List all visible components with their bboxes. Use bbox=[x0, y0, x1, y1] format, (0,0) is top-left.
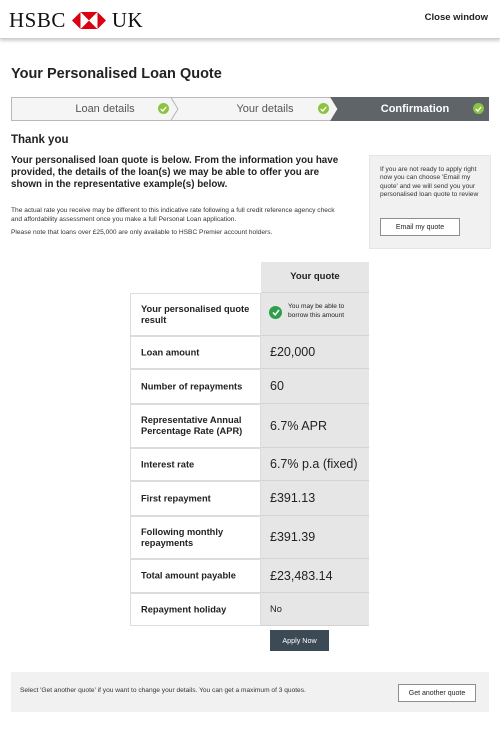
step-label: Your details bbox=[236, 103, 294, 115]
row-label: Your personalised quote result bbox=[141, 303, 250, 325]
check-icon bbox=[158, 103, 169, 114]
row-value-cell: 6.7% APR bbox=[261, 404, 369, 448]
step-loan-details: Loan details bbox=[51, 97, 169, 121]
table-row: Number of repayments 60 bbox=[130, 369, 369, 404]
row-value: 6.7% p.a (fixed) bbox=[270, 457, 358, 471]
row-label: First repayment bbox=[141, 493, 211, 503]
step-confirmation: Confirmation bbox=[356, 97, 484, 121]
quote-header-label: Your quote bbox=[290, 271, 340, 282]
row-label: Loan amount bbox=[141, 347, 200, 357]
logo-text-uk: UK bbox=[111, 8, 144, 32]
check-circle-icon bbox=[269, 306, 282, 319]
another-quote-panel: Select 'Get another quote' if you want t… bbox=[11, 672, 489, 712]
step-label: Loan details bbox=[75, 103, 135, 115]
row-label: Interest rate bbox=[141, 459, 195, 469]
premier-note: Please note that loans over £25,000 are … bbox=[11, 229, 273, 236]
row-value-cell: 60 bbox=[261, 369, 369, 404]
quote-column-header: Your quote bbox=[261, 262, 369, 293]
close-window-link[interactable]: Close window bbox=[425, 12, 488, 23]
row-value-cell: £391.13 bbox=[261, 481, 369, 516]
table-row: Interest rate 6.7% p.a (fixed) bbox=[130, 448, 369, 481]
apply-now-button[interactable]: Apply Now bbox=[270, 630, 329, 651]
row-label-cell: Loan amount bbox=[130, 336, 261, 369]
row-label: Total amount payable bbox=[141, 570, 236, 581]
result-message: You may be able to borrow this amount bbox=[288, 303, 345, 319]
check-icon bbox=[318, 103, 329, 114]
table-row-result: Your personalised quote result You may b… bbox=[130, 293, 369, 336]
row-value: £23,483.14 bbox=[270, 568, 333, 583]
table-row: Following monthly repayments £391.39 bbox=[130, 516, 369, 559]
email-my-quote-button[interactable]: Email my quote bbox=[380, 218, 460, 236]
another-quote-text: Select 'Get another quote' if you want t… bbox=[20, 687, 306, 694]
row-value-cell: £391.39 bbox=[261, 516, 369, 559]
step-your-details: Your details bbox=[211, 97, 329, 121]
logo-text-hsbc: HSBC bbox=[9, 8, 66, 32]
table-row: Representative Annual Percentage Rate (A… bbox=[130, 404, 369, 448]
row-value-cell: You may be able to borrow this amount bbox=[261, 293, 369, 336]
row-label: Number of repayments bbox=[141, 381, 243, 391]
row-value: No bbox=[270, 604, 282, 614]
row-value: 6.7% APR bbox=[270, 418, 327, 433]
progress-steps: Loan details Your details Confirmation bbox=[11, 97, 489, 121]
table-row: Loan amount £20,000 bbox=[130, 336, 369, 369]
row-label-cell: Your personalised quote result bbox=[130, 293, 261, 336]
email-quote-panel: If you are not ready to apply right now … bbox=[369, 155, 491, 249]
table-row: Total amount payable £23,483.14 bbox=[130, 559, 369, 593]
row-value-cell: 6.7% p.a (fixed) bbox=[261, 448, 369, 481]
row-label-cell: Repayment holiday bbox=[130, 593, 261, 626]
rate-disclaimer: The actual rate you receive may be diffe… bbox=[11, 207, 335, 223]
hexagon-logo-icon bbox=[71, 11, 106, 29]
row-label-cell: First repayment bbox=[130, 481, 261, 516]
check-icon bbox=[473, 103, 484, 114]
row-value: £20,000 bbox=[270, 345, 316, 359]
row-label: Following monthly repayments bbox=[141, 526, 224, 548]
intro-headline: Your personalised loan quote is below. F… bbox=[11, 155, 339, 190]
get-another-quote-button[interactable]: Get another quote bbox=[398, 684, 476, 702]
row-label: Representative Annual Percentage Rate (A… bbox=[141, 415, 243, 436]
thank-you-heading: Thank you bbox=[11, 134, 69, 146]
row-value: 60 bbox=[270, 379, 284, 393]
site-header: HSBC UK Close window bbox=[0, 0, 500, 39]
row-value-cell: £23,483.14 bbox=[261, 559, 369, 593]
row-label: Repayment holiday bbox=[141, 604, 227, 614]
page-title: Your Personalised Loan Quote bbox=[11, 66, 222, 82]
row-value: £391.13 bbox=[270, 491, 316, 505]
row-label-cell: Interest rate bbox=[130, 448, 261, 481]
row-label-cell: Number of repayments bbox=[130, 369, 261, 404]
step-label: Confirmation bbox=[380, 103, 450, 115]
row-value-cell: £20,000 bbox=[261, 336, 369, 369]
hsbc-logo[interactable]: HSBC UK bbox=[9, 9, 143, 31]
row-label-cell: Following monthly repayments bbox=[130, 516, 261, 559]
email-quote-text: If you are not ready to apply right now … bbox=[380, 166, 479, 198]
table-row: Repayment holiday No bbox=[130, 593, 369, 626]
row-value-cell: No bbox=[261, 593, 369, 626]
table-row: First repayment £391.13 bbox=[130, 481, 369, 516]
row-label-cell: Representative Annual Percentage Rate (A… bbox=[130, 404, 261, 448]
row-label-cell: Total amount payable bbox=[130, 559, 261, 593]
row-value: £391.39 bbox=[270, 530, 316, 544]
